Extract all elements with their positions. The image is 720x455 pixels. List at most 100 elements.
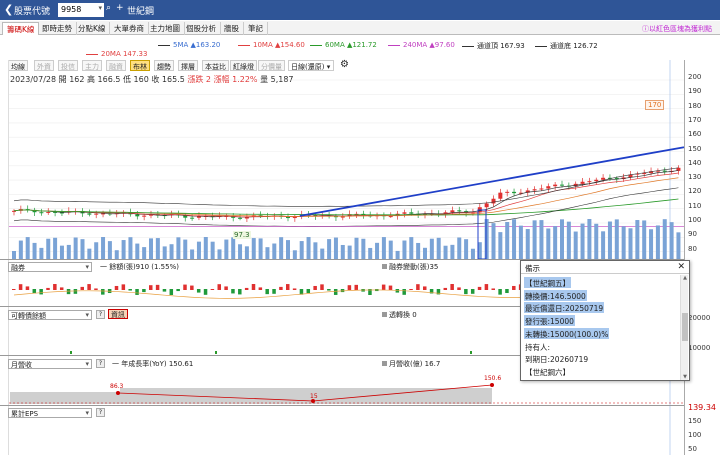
- volume-bar: [505, 221, 510, 259]
- help-button[interactable]: ?: [96, 310, 105, 319]
- price-axis-tick: 80: [688, 244, 697, 253]
- volume-bar: [203, 237, 208, 259]
- scrollbar-thumb[interactable]: [682, 313, 688, 341]
- candle-body: [560, 184, 564, 186]
- volume-bar: [423, 247, 427, 259]
- volume-bar: [621, 226, 626, 259]
- volume-bar: [607, 221, 612, 259]
- price-chart[interactable]: [0, 0, 720, 455]
- volume-bar: [375, 242, 380, 259]
- margin-change-bar: [244, 287, 249, 290]
- scroll-down-icon[interactable]: ▼: [681, 374, 689, 380]
- price-axis-tick: 100: [688, 216, 702, 224]
- volume-bar: [409, 237, 414, 259]
- volume-bar: [196, 241, 201, 259]
- volume-bar: [224, 239, 229, 259]
- volume-bar: [87, 248, 92, 259]
- price-axis-tick: 120: [688, 187, 702, 196]
- margin-change-bar: [457, 287, 461, 290]
- yoy-point-label: 15: [310, 393, 318, 400]
- popup-line: 最近償還日:20250719: [524, 302, 605, 314]
- scroll-up-icon[interactable]: ▲: [681, 275, 689, 281]
- info-button[interactable]: 資訊: [108, 309, 128, 319]
- volume-bar: [560, 219, 564, 259]
- margin-change-bar: [409, 288, 413, 290]
- eps-panel-header: 累計EPS ▾ ?: [8, 408, 128, 419]
- candle-body: [498, 192, 503, 199]
- volume-bar: [464, 239, 469, 259]
- margin-change-bar: [169, 289, 174, 295]
- margin-change-bar: [450, 284, 454, 290]
- margin-change-bar: [73, 289, 78, 294]
- candle-body: [39, 212, 44, 214]
- candle-body: [135, 214, 140, 217]
- volume-bar: [176, 237, 181, 259]
- margin-change-bar: [292, 288, 297, 290]
- volume-bar: [190, 249, 195, 259]
- help-button[interactable]: ?: [96, 408, 105, 417]
- volume-bar: [587, 219, 592, 259]
- volume-bar: [169, 244, 174, 259]
- revenue-select[interactable]: 月營收 ▾: [8, 359, 92, 369]
- volume-bar: [662, 219, 667, 259]
- popup-line: 發行張:15000: [524, 315, 575, 327]
- volume-bar: [649, 229, 654, 259]
- candle-body: [238, 217, 243, 219]
- volume-bar: [238, 244, 243, 259]
- info-popup[interactable]: 備示 ✕ 【世紀鋼五】 轉換價:146.5000 最近償還日:20250719 發行張…: [520, 260, 690, 381]
- volume-bar: [39, 247, 44, 259]
- volume-bar: [368, 247, 373, 259]
- volume-bar: [566, 221, 571, 259]
- volume-bar: [46, 238, 51, 259]
- candle-body: [580, 181, 585, 184]
- margin-change-bar: [224, 286, 228, 290]
- volume-bar: [25, 237, 30, 259]
- volume-bar: [614, 219, 619, 259]
- volume-bar: [101, 237, 106, 259]
- volume-bar: [135, 243, 140, 259]
- volume-bar: [655, 225, 660, 259]
- volume-bar: [313, 242, 318, 259]
- margin-select[interactable]: 融券 ▾: [8, 262, 92, 272]
- margin-change-bar: [464, 289, 468, 295]
- margin-change-bar: [477, 286, 482, 290]
- margin-change-bar: [114, 285, 119, 290]
- margin-change-bar: [203, 289, 208, 295]
- help-button[interactable]: ?: [96, 359, 105, 368]
- price-axis-tick: 130: [688, 173, 702, 182]
- volume-bar: [210, 241, 215, 259]
- volume-bar: [12, 251, 16, 259]
- candle-body: [450, 210, 455, 213]
- margin-balance-label: 一 餘額(張)910 (1.55%): [100, 263, 179, 271]
- volume-bar: [553, 226, 558, 259]
- price-axis-tick: 150: [688, 144, 702, 153]
- margin-change-bar: [423, 286, 427, 290]
- close-icon[interactable]: ✕: [677, 262, 685, 272]
- margin-change-bar: [484, 284, 489, 290]
- ma10-line: [13, 172, 679, 218]
- volume-bar: [525, 229, 530, 259]
- volume-bar: [53, 237, 58, 259]
- volume-bar: [546, 228, 551, 259]
- popup-scrollbar[interactable]: ▲ ▼: [680, 275, 688, 380]
- eps-select[interactable]: 累計EPS ▾: [8, 408, 92, 418]
- margin-change-bar: [231, 289, 235, 294]
- margin-change-bar: [279, 286, 283, 290]
- volume-bar: [457, 237, 462, 259]
- revenue-panel-header: 月營收 ▾ ? 一 年成長率(YoY) 150.61 月營收(億) 16.7: [8, 359, 508, 370]
- volume-bar: [244, 246, 249, 259]
- volume-bar: [416, 242, 421, 259]
- eps-axis-value: 139.34: [688, 403, 716, 412]
- cb-select[interactable]: 可轉債餘額 ▾: [8, 310, 92, 320]
- eps-axis-tick: 150: [688, 417, 702, 425]
- volume-bar: [142, 247, 147, 259]
- margin-change-bar: [12, 289, 16, 290]
- margin-change-bar: [210, 288, 215, 290]
- margin-change-bar: [313, 285, 317, 290]
- popup-line: 未轉換:15000(100.0)%: [524, 327, 610, 339]
- candle-body: [46, 211, 51, 213]
- margin-change-bar: [512, 285, 516, 290]
- popup-line: 【世紀鋼五】: [524, 277, 571, 288]
- volume-bar: [669, 222, 674, 259]
- yoy-point: [116, 391, 120, 395]
